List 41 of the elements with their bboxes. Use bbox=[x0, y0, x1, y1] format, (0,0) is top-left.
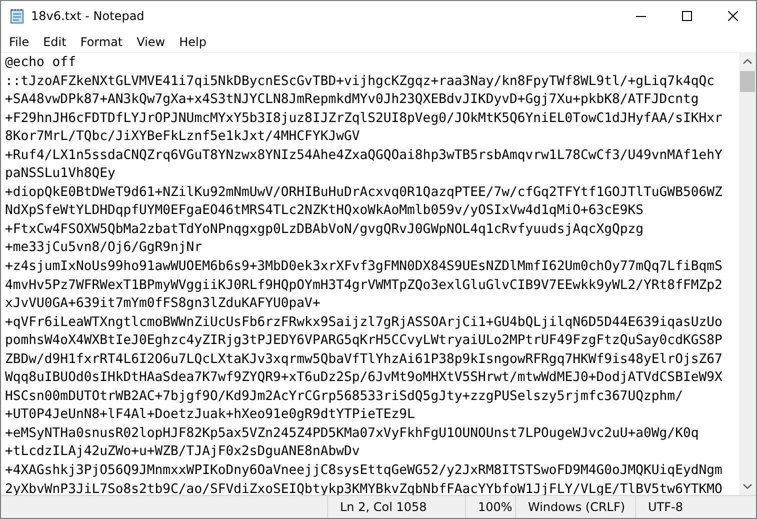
text-line: @echo off bbox=[5, 54, 76, 72]
status-text: Ln 2, Col 1058 bbox=[340, 500, 427, 514]
text-line: +me33jCu5vn8/Oj6/GgR9njNr bbox=[5, 239, 202, 258]
status-text: 100% bbox=[478, 500, 512, 514]
text-line: ::tJzoAFZkeNXtGLVMVE41i7qi5NkDBycnEScGvTBD+vijhgcKZgqz+raa3Nay/kn8FpyTWf8WL9tl/+gLiq7k4qQc bbox=[5, 72, 714, 91]
text-line: +diopQkE0BtDWeT9d61+NZilKu92mNmUwV/ORHIBuHuDrAcxvq0R1QazqPTEE/7w/cfGq2TFYtf1GOJTlTuGWB506WZ bbox=[5, 184, 722, 202]
scroll-down-icon[interactable] bbox=[743, 484, 752, 489]
text-line: +4XAGshkj3PjO56Q9JMnmxxWPIKoDny6OaVneejjC8sysEttqGeWG52/y2JxRM8ITSTSwoFD9M4G0oJMQKUiqEydNgm bbox=[5, 462, 722, 480]
vertical-scrollbar[interactable] bbox=[739, 53, 756, 495]
menu-item[interactable]: Help bbox=[172, 32, 214, 50]
maximize-icon bbox=[682, 11, 692, 21]
menu-item[interactable]: File bbox=[2, 32, 36, 50]
scroll-up-icon[interactable] bbox=[743, 59, 752, 64]
text-line: +qVFr6iLeaWTXngtlcmoBWWnZiUcUsFb6rzFRwkx9Saijzl7gRjASSOArjCi1+GU4bQLjilqN6D5D44E639iqasUzUo bbox=[5, 314, 722, 332]
scrollbar-thumb[interactable] bbox=[740, 71, 755, 92]
text-line: Wqq8uIBUOd0sIHkDtHAaSdea7K7wf9ZYQR9+xT6uDz2Sp/6JvMt9oMHXtV5SHrwt/mtwWdMEJ0+DodjATVdCSBIeW9X bbox=[5, 369, 722, 388]
text-line: ZBDw/d9H1fxrRT4L6I2O6u7LQcLXtaKJv3xqrmw5QbaVfTlYhzAi61P38p9kIsngowRFRgq7HKWf9is48yElrOjsZ67 bbox=[5, 350, 722, 369]
text-line: paNSSLu1Vh8QEy bbox=[5, 165, 116, 184]
text-line: 2yXbvWnP3JiL7So8s2tb9C/ao/SFVdiZxoSEIQbtykp3KMYBkvZqbNbfFAacYYbfoW1JjFLY/VLgE/TlBV5tw6YTKMO bbox=[5, 480, 722, 495]
text-line: HSCsn00mDUTOtrWB2AC+7bjgf9O/Kd9Jm2AcYrCGrp568533riSdQ5gJty+zzgPUSelszy5rjmfc367UQzphm/ bbox=[5, 388, 683, 406]
text-line: NdXpSfeWtYLDHDqpfUYM0EFgaEO46tMRS4TLc2NZKtHQxoWkAoMmlb059v/yOSIxVw4d1qMiO+63cE9KS bbox=[5, 202, 644, 220]
text-line: +tLcdzILAj42uZWo+u+WZB/TJAjF0x2sDguANE8nAbwDv bbox=[5, 443, 360, 462]
text-line: +FtxCw4FSOXW5QbMa2zbatTdYoNPnqgxgp0LzDBAbVoN/gvgQRvJ0GWpNOL4q1cRvfyuudsjAqcXgQpzg bbox=[5, 220, 644, 239]
text-line: 4mvHv5Pz7WFRWexT1BPmyWVggiiKJ0RLf9HQpOYmH3T4grVWMTpZQo3exlGluGlvCIB9V7EEwkk9yWL2/YRt8fFMZp2 bbox=[5, 276, 722, 295]
text-line: 8Kor7MrL/TQbc/JiXYBeFkLznf5e1kJxt/4MHCFYKJwGV bbox=[5, 128, 360, 146]
text-line: +Ruf4/LX1n5ssdaCNQZrq6VGuT8YNzwx8YNIz54Ahe4ZxaQGQOai8hp3wTB5rsbAmqvrw1L78CwCf3/U49vnMAf1ehY bbox=[5, 146, 722, 165]
notepad-icon bbox=[9, 8, 25, 24]
status-text: UTF-8 bbox=[648, 500, 683, 514]
window-title: 18v6.txt - Notepad bbox=[31, 9, 144, 23]
text-line: xJvVU0GA+639it7mYm0fFS8gn3lZduKAFYU0paV+ bbox=[5, 295, 320, 314]
close-icon bbox=[728, 11, 738, 21]
text-line: +eMSyNTHa0snusR02lopHJF82Kp5ax5VZn245Z4PD5KMa07xVyFkhFgU1OUNOUnst7LPOugeWJvc2uU+a0Wg/K0q bbox=[5, 424, 699, 443]
text-line: pomhsW4oX4WXBtIeJ0Eghzc4yZIRjg3tPJEDY6VPARG5qKrH5CCvyLWtryaiULo2MPtrUF49FzgFtzQuSay0cdKGS8P bbox=[5, 332, 722, 350]
text-line: +SA48vwDPk87+AN3kQw7gXa+x4S3tNJYCLN8JmRepmkdMYv0Jh23QXEBdvJIKDyvD+Ggj7Xu+pkbK8/ATFJDcntg bbox=[5, 91, 699, 110]
menu-item[interactable]: View bbox=[130, 32, 172, 50]
status-text: Windows (CRLF) bbox=[528, 500, 626, 514]
text-line: +z4sjumIxNoUs99ho91awWUOEM6b6s9+3MbD0ek3xrXFvf3gFMN0DX84S9UEsNZDlMmfI62Um0chOy77mQq7LfiBqmS bbox=[5, 258, 722, 276]
text-line: +F29hnJH6cFDTDfLYJrOPJNUmcMYxY5b3I8juz8IJZrZqlS2UI8pVeg0/JOkMtK5Q6YniEL0TowC1dJHyfAA/sIKHxr bbox=[5, 110, 722, 128]
menu-item[interactable]: Format bbox=[73, 32, 130, 50]
menu-item[interactable]: Edit bbox=[36, 32, 74, 50]
text-line: +UT0P4JeUnN8+lF4Al+DoetzJuak+hXeo91e0gR9dtYTPieTEz9L bbox=[5, 406, 415, 424]
